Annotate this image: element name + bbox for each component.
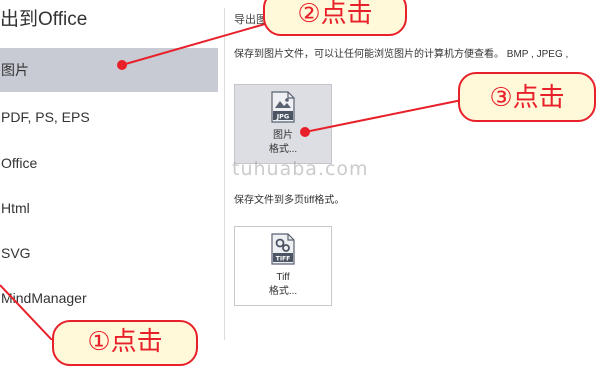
annotation-lines (0, 21, 463, 340)
step-2-callout: ②点击 (263, 0, 407, 36)
callout-3-pointer (304, 99, 463, 133)
callout-3-dot (300, 127, 310, 137)
callout-2-pointer (121, 21, 273, 66)
callout-1-pointer (0, 284, 53, 340)
callout-2-dot (117, 60, 127, 70)
step-1-callout: ①点击 (52, 320, 198, 366)
step-3-callout: ③点击 (458, 72, 596, 122)
